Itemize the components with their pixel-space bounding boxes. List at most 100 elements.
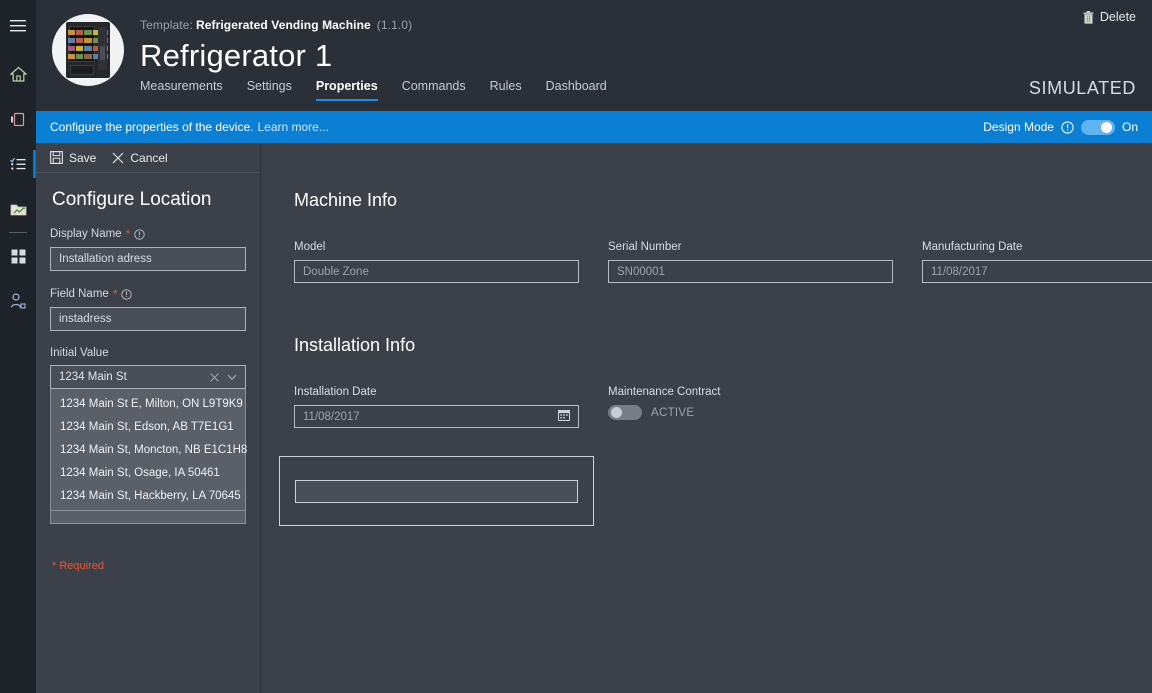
manufacturing-date-label: Manufacturing Date (922, 241, 1023, 253)
left-rail (0, 0, 36, 693)
maintenance-contract-toggle-row: ACTIVE (608, 405, 922, 420)
design-mode-toggle[interactable] (1080, 119, 1115, 135)
initial-value-label: Initial Value (50, 347, 109, 359)
trash-icon (1083, 10, 1094, 24)
menu-icon[interactable] (0, 8, 36, 44)
info-bar: Configure the properties of the device. L… (36, 111, 1152, 143)
field-name-label: Field Name (50, 288, 109, 300)
dashboards-icon (11, 249, 25, 263)
list-item[interactable]: 1234 Main St, Hackberry, LA 70645 (51, 484, 245, 507)
save-label: Save (69, 150, 97, 165)
status-badge: SIMULATED (1028, 78, 1136, 98)
initial-value-combobox[interactable]: 1234 Main St (50, 365, 246, 389)
tab-dashboard[interactable]: Dashboard (546, 79, 607, 101)
sidebar-item-dashboards[interactable] (0, 238, 36, 274)
template-name[interactable]: Refrigerated Vending Machine (196, 18, 371, 32)
serial-number-field-group: Serial Number SN00001 (608, 241, 922, 283)
save-icon (50, 151, 63, 164)
config-panel-title: Configure Location (52, 189, 212, 210)
learn-more-link[interactable]: Learn more... (257, 120, 328, 134)
rail-divider (9, 232, 27, 233)
config-panel-toolbar: Save Cancel (36, 143, 260, 173)
tab-properties[interactable]: Properties (315, 79, 378, 101)
list-item[interactable]: 1234 Main St, Moncton, NB E1C1H8 (51, 438, 247, 461)
installation-info-row: Installation Date 11/08/2017 Maintenance… (294, 386, 922, 428)
delete-button[interactable]: Delete (1083, 10, 1136, 24)
calendar-icon[interactable] (558, 409, 570, 424)
close-icon (112, 152, 124, 163)
machine-info-title: Machine Info (294, 190, 398, 210)
maintenance-contract-label: Maintenance Contract (608, 386, 721, 398)
devices-icon (11, 112, 25, 126)
template-version: (1.1.0) (376, 18, 413, 32)
avatar (52, 14, 124, 86)
model-input[interactable]: Double Zone (294, 260, 579, 283)
template-label: Template: (140, 18, 193, 32)
empty-property-placeholder[interactable] (279, 456, 594, 526)
save-button[interactable]: Save (50, 151, 96, 165)
model-label: Model (294, 241, 326, 253)
required-note: * Required (52, 560, 104, 572)
maintenance-contract-toggle[interactable] (608, 405, 642, 420)
list-item[interactable]: 1234 Main St, Edson, AB T7E1G1 (51, 415, 245, 438)
clear-icon[interactable] (205, 372, 223, 382)
info-icon[interactable] (1061, 120, 1074, 134)
vending-machine-image (66, 22, 110, 78)
cancel-button[interactable]: Cancel (112, 150, 168, 165)
template-line: Template: Refrigerated Vending Machine (1.… (140, 18, 412, 32)
display-name-label: Display Name (50, 228, 122, 240)
model-field-group: Model Double Zone (294, 241, 608, 283)
tab-rules[interactable]: Rules (490, 79, 522, 101)
design-mode-state: On (1121, 120, 1138, 134)
installation-date-input[interactable]: 11/08/2017 (294, 405, 579, 428)
list-item[interactable]: 1234 Main St E, Milton, ON L9T9K9 (51, 392, 245, 415)
info-bar-text: Configure the properties of the device. (50, 120, 254, 134)
installation-date-field-group: Installation Date 11/08/2017 (294, 386, 608, 428)
delete-label: Delete (1099, 10, 1136, 24)
tab-measurements[interactable]: Measurements (140, 79, 223, 101)
tab-commands[interactable]: Commands (402, 79, 466, 101)
page-title: Refrigerator 1 (140, 38, 333, 73)
installation-date-value: 11/08/2017 (303, 410, 360, 423)
required-mark: * (112, 287, 118, 301)
manufacturing-date-input[interactable]: 11/08/2017 (922, 260, 1152, 283)
tab-settings[interactable]: Settings (247, 79, 292, 101)
cancel-label: Cancel (130, 150, 168, 165)
sidebar-item-device-groups[interactable] (0, 146, 36, 182)
design-mode-control: Design Mode On (983, 119, 1138, 135)
field-name-input[interactable]: instadress (50, 307, 246, 331)
field-name-label-row: Field Name * (50, 287, 246, 301)
field-name-field-group: Field Name * instadress (50, 287, 246, 331)
menu-icon-glyph (10, 20, 26, 32)
home-icon (9, 66, 27, 82)
machine-info-row: Model Double Zone Serial Number SN00001 … (294, 241, 1152, 283)
configure-location-panel: Save Cancel Configure Location Display N… (36, 143, 261, 693)
initial-value-dropdown-list[interactable]: 1234 Main St E, Milton, ON L9T9K9 1234 M… (50, 389, 247, 524)
analytics-icon (10, 204, 26, 215)
field-name-info-icon[interactable] (121, 288, 133, 300)
initial-value-field-group: Initial Value 1234 Main St 1234 Main St … (50, 347, 247, 524)
initial-value-label-row: Initial Value (50, 347, 246, 359)
display-name-input[interactable]: Installation adress (50, 247, 246, 271)
chevron-down-icon[interactable] (223, 374, 241, 381)
device-groups-icon (10, 157, 26, 170)
sidebar-item-users[interactable] (0, 283, 36, 319)
maintenance-contract-field-group: Maintenance Contract ACTIVE (608, 386, 922, 428)
sidebar-item-devices[interactable] (0, 101, 36, 137)
installation-date-label: Installation Date (294, 386, 377, 398)
display-name-info-icon[interactable] (134, 228, 145, 240)
info-bar-message: Configure the properties of the device. L… (50, 120, 329, 134)
display-name-field-group: Display Name * Installation adress (50, 227, 246, 271)
sidebar-item-home[interactable] (0, 56, 36, 92)
placeholder-field-slot[interactable] (295, 479, 578, 503)
users-icon (10, 293, 26, 309)
initial-value-text: 1234 Main St (59, 371, 127, 383)
serial-number-label: Serial Number (608, 241, 682, 253)
serial-number-input[interactable]: SN00001 (608, 260, 893, 283)
sidebar-item-analytics[interactable] (0, 191, 36, 227)
app-root: Template: Refrigerated Vending Machine (1.… (0, 0, 1152, 693)
dropdown-footer (51, 510, 245, 523)
properties-form: Machine Info Model Double Zone Serial Nu… (261, 143, 1152, 693)
list-item[interactable]: 1234 Main St, Osage, IA 50461 (51, 461, 245, 484)
required-mark: * (125, 227, 131, 241)
